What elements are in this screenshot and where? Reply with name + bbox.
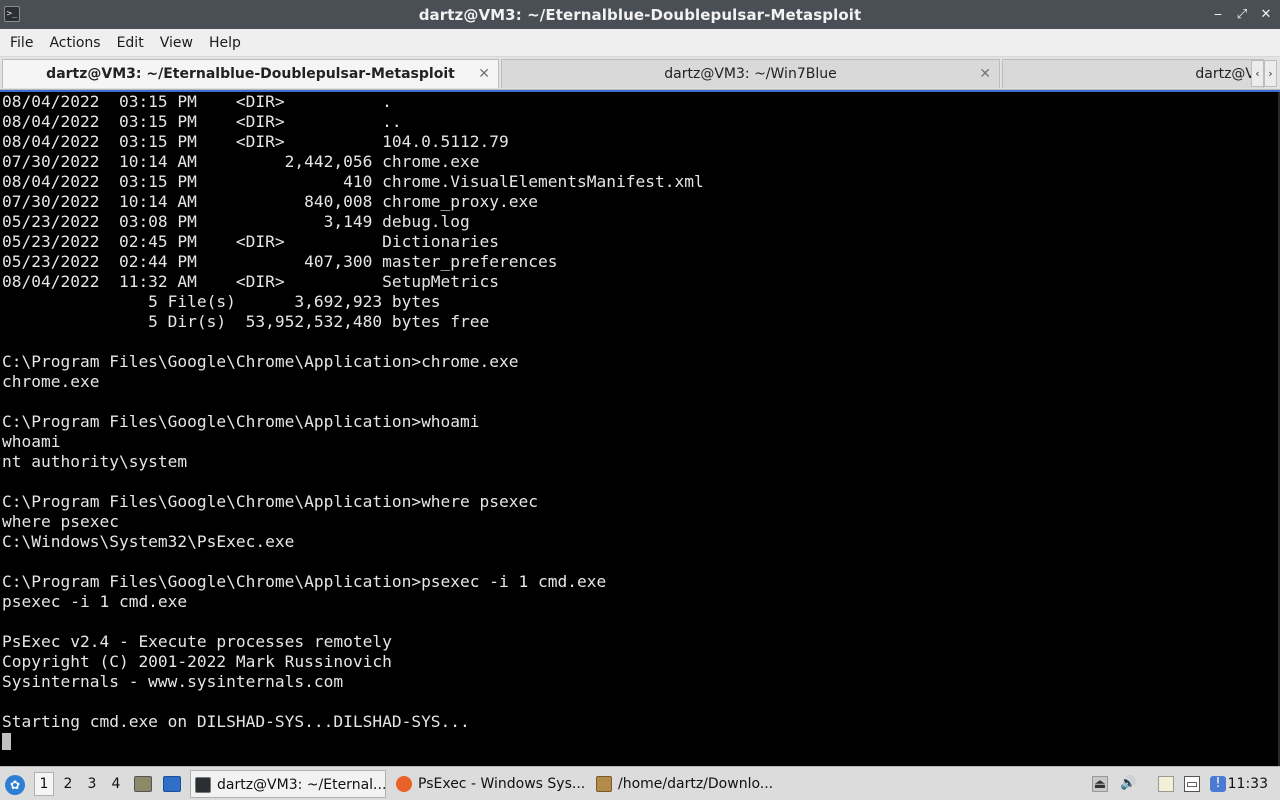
window-controls: ‒ ⤢ ✕ <box>1212 0 1272 29</box>
task-terminal[interactable]: dartz@VM3: ~/Eternal... <box>190 770 386 798</box>
terminal-icon <box>195 777 211 793</box>
archive-icon <box>596 776 612 792</box>
menu-bar: File Actions Edit View Help <box>0 29 1280 57</box>
eject-icon[interactable]: ⏏ <box>1092 776 1108 792</box>
terminal-line: 08/04/2022 11:32 AM <DIR> SetupMetrics <box>2 272 500 291</box>
terminal-line: 05/23/2022 03:08 PM 3,149 debug.log <box>2 212 470 231</box>
tab-close-icon[interactable]: ✕ <box>979 60 991 88</box>
notification-icon[interactable]: ! <box>1210 776 1226 792</box>
terminal-line: psexec -i 1 cmd.exe <box>2 592 188 611</box>
terminal-line: nt authority\system <box>2 452 188 471</box>
tab-label: dartz@VM3: ~/Win7Blue <box>664 66 837 82</box>
terminal-line: Sysinternals - www.sysinternals.com <box>2 672 344 691</box>
terminal-line: Starting cmd.exe on DILSHAD-SYS...DILSHA… <box>2 712 470 731</box>
desktop-3-button[interactable]: 3 <box>82 767 102 800</box>
taskbar: ✿ 1 2 3 4 dartz@VM3: ~/Eternal... PsExec… <box>0 766 1280 800</box>
volume-icon[interactable]: 🔊 <box>1120 776 1136 792</box>
tab-label: dartz@V <box>1195 66 1255 82</box>
terminal-line: C:\Program Files\Google\Chrome\Applicati… <box>2 352 519 371</box>
close-icon[interactable]: ✕ <box>1260 0 1272 29</box>
task-label: PsExec - Windows Sys... <box>418 776 586 792</box>
menu-help[interactable]: Help <box>201 29 249 57</box>
tab-label: dartz@VM3: ~/Eternalblue-Doublepulsar-Me… <box>46 66 455 82</box>
network-icon[interactable]: ▭ <box>1184 776 1200 792</box>
terminal-lines: 08/04/2022 03:15 PM <DIR> . 08/04/2022 03… <box>0 92 1280 732</box>
text-cursor <box>2 733 11 750</box>
start-menu-icon[interactable]: ✿ <box>5 775 25 795</box>
show-desktop-icon[interactable] <box>163 776 181 792</box>
terminal-line: 05/23/2022 02:45 PM <DIR> Dictionaries <box>2 232 500 251</box>
desktop-2-button[interactable]: 2 <box>58 767 78 800</box>
minimize-icon[interactable]: ‒ <box>1212 0 1224 29</box>
terminal-line: 08/04/2022 03:15 PM 410 chrome.VisualEle… <box>2 172 704 191</box>
terminal-output[interactable]: 08/04/2022 03:15 PM <DIR> . 08/04/2022 03… <box>0 90 1280 766</box>
terminal-line: 05/23/2022 02:44 PM 407,300 master_prefe… <box>2 252 558 271</box>
tab-scroll-right-icon[interactable]: › <box>1264 60 1277 87</box>
menu-view[interactable]: View <box>152 29 201 57</box>
terminal-line: 08/04/2022 03:15 PM <DIR> 104.0.5112.79 <box>2 132 509 151</box>
terminal-line: C:\Program Files\Google\Chrome\Applicati… <box>2 572 607 591</box>
task-label: /home/dartz/Downlo... <box>618 776 774 792</box>
terminal-line: PsExec v2.4 - Execute processes remotely <box>2 632 392 651</box>
desktop-4-button[interactable]: 4 <box>106 767 126 800</box>
terminal-line: 07/30/2022 10:14 AM 2,442,056 chrome.exe <box>2 152 480 171</box>
terminal-line: whoami <box>2 432 61 451</box>
terminal-line: C:\Windows\System32\PsExec.exe <box>2 532 295 551</box>
terminal-line: 08/04/2022 03:15 PM <DIR> .. <box>2 112 402 131</box>
task-label: dartz@VM3: ~/Eternal... <box>217 777 386 793</box>
clock[interactable]: 11:33 <box>1228 767 1268 800</box>
terminal-app-icon[interactable]: >_ <box>4 6 20 22</box>
terminal-line: Copyright (C) 2001-2022 Mark Russinovich <box>2 652 392 671</box>
menu-file[interactable]: File <box>2 29 41 57</box>
terminal-prompt-line[interactable] <box>0 732 1280 752</box>
firefox-icon <box>396 776 412 792</box>
clipboard-icon[interactable] <box>1158 776 1174 792</box>
terminal-line: 5 File(s) 3,692,923 bytes <box>2 292 441 311</box>
tab-bar: dartz@VM3: ~/Eternalblue-Doublepulsar-Me… <box>0 57 1280 90</box>
tab-win7blue[interactable]: dartz@VM3: ~/Win7Blue ✕ <box>501 59 1000 88</box>
terminal-line: 5 Dir(s) 53,952,532,480 bytes free <box>2 312 490 331</box>
task-archive[interactable]: /home/dartz/Downlo... <box>592 770 788 798</box>
terminal-line: C:\Program Files\Google\Chrome\Applicati… <box>2 492 539 511</box>
window-title: dartz@VM3: ~/Eternalblue-Doublepulsar-Me… <box>418 5 862 24</box>
terminal-line: where psexec <box>2 512 119 531</box>
window-titlebar[interactable]: >_ dartz@VM3: ~/Eternalblue-Doublepulsar… <box>0 0 1280 29</box>
task-firefox[interactable]: PsExec - Windows Sys... <box>392 770 588 798</box>
menu-edit[interactable]: Edit <box>109 29 152 57</box>
tab-eternalblue[interactable]: dartz@VM3: ~/Eternalblue-Doublepulsar-Me… <box>2 59 499 88</box>
tab-close-icon[interactable]: ✕ <box>478 60 490 88</box>
terminal-line: 08/04/2022 03:15 PM <DIR> . <box>2 92 392 111</box>
maximize-icon[interactable]: ⤢ <box>1236 0 1248 29</box>
menu-actions[interactable]: Actions <box>41 29 108 57</box>
terminal-line: chrome.exe <box>2 372 100 391</box>
desktop-1-button[interactable]: 1 <box>34 772 54 796</box>
tab-scroll-left-icon[interactable]: ‹ <box>1251 60 1264 87</box>
file-manager-icon[interactable] <box>134 776 152 792</box>
tab-truncated[interactable]: dartz@V <box>1002 59 1264 88</box>
terminal-line: C:\Program Files\Google\Chrome\Applicati… <box>2 412 480 431</box>
terminal-line: 07/30/2022 10:14 AM 840,008 chrome_proxy… <box>2 192 539 211</box>
